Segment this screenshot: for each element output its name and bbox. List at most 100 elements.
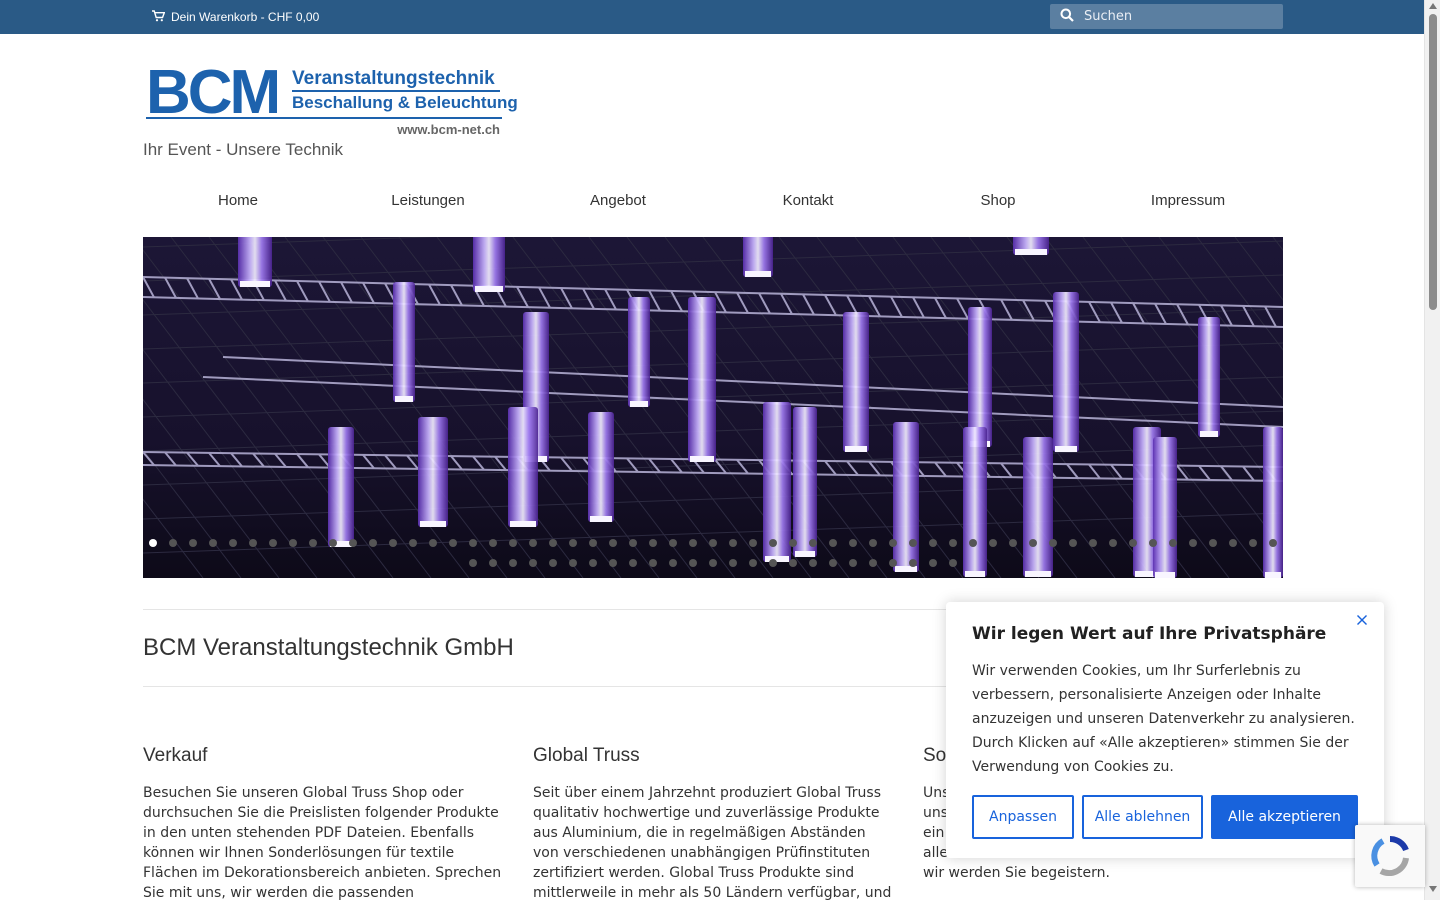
light-tube-glow <box>1200 431 1218 437</box>
slide-dot <box>949 539 957 547</box>
slide-dot <box>549 539 557 547</box>
light-tube-glow <box>510 521 536 527</box>
light-tube-glow <box>630 401 648 407</box>
cart-label: Dein Warenkorb - CHF 0,00 <box>171 10 320 24</box>
cookie-title: Wir legen Wert auf Ihre Privatsphäre <box>972 624 1327 644</box>
light-tube <box>628 297 650 407</box>
slide-dot <box>949 559 957 567</box>
reject-all-button[interactable]: Alle ablehnen <box>1082 795 1203 839</box>
slide-dot <box>209 539 217 547</box>
slide-dot <box>929 539 937 547</box>
slide-dot <box>869 559 877 567</box>
slide-dot <box>509 559 517 567</box>
nav-item-angebot[interactable]: Angebot <box>523 188 713 214</box>
slide-dot <box>569 539 577 547</box>
slide-dot <box>629 539 637 547</box>
nav-item-home[interactable]: Home <box>143 188 333 214</box>
light-tube <box>843 312 869 452</box>
slide-dot <box>609 539 617 547</box>
light-tube-glow <box>745 271 771 277</box>
recaptcha-badge[interactable] <box>1355 825 1425 887</box>
nav-item-kontakt[interactable]: Kontakt <box>713 188 903 214</box>
main-nav: Home Leistungen Angebot Kontakt Shop Imp… <box>143 188 1283 214</box>
slide-dot <box>509 539 517 547</box>
slide-dot <box>769 539 777 547</box>
close-icon[interactable] <box>1354 612 1370 628</box>
hero-slider[interactable] <box>143 237 1283 578</box>
slide-dot <box>589 539 597 547</box>
cart-link[interactable]: Dein Warenkorb - CHF 0,00 <box>152 9 319 25</box>
light-tube-glow <box>590 516 612 522</box>
slide-dot <box>1269 539 1277 547</box>
scroll-up-icon[interactable] <box>1429 3 1437 9</box>
slide-dot <box>869 539 877 547</box>
light-tube <box>418 417 448 527</box>
light-tube <box>963 427 987 577</box>
slide-dot <box>1109 539 1117 547</box>
light-tube-glow <box>395 396 413 402</box>
light-tube <box>1198 317 1220 437</box>
slide-dot <box>849 559 857 567</box>
slide-dot <box>669 539 677 547</box>
slide-dot <box>969 539 977 547</box>
slide-dot <box>1129 539 1137 547</box>
slide-dot <box>409 539 417 547</box>
slide-dot <box>709 539 717 547</box>
light-tube <box>328 427 354 547</box>
slide-dot <box>1209 539 1217 547</box>
accept-all-button[interactable]: Alle akzeptieren <box>1211 795 1358 839</box>
search-box <box>1050 4 1283 29</box>
slide-dot <box>689 559 697 567</box>
light-tube <box>393 282 415 402</box>
nav-item-impressum[interactable]: Impressum <box>1093 188 1283 214</box>
search-icon[interactable] <box>1060 7 1074 26</box>
hero-image <box>143 237 1283 578</box>
slide-dot <box>729 539 737 547</box>
slide-dot <box>549 559 557 567</box>
slide-dot <box>429 539 437 547</box>
slide-dot <box>689 539 697 547</box>
light-tube-glow <box>1265 572 1281 578</box>
light-tube <box>688 297 716 462</box>
slide-dot <box>369 539 377 547</box>
light-tube <box>508 407 538 527</box>
light-tube-glow <box>965 571 985 577</box>
slide-dot <box>669 559 677 567</box>
slide-dot <box>149 539 157 547</box>
scroll-down-icon[interactable] <box>1429 886 1437 892</box>
search-input[interactable] <box>1084 9 1264 24</box>
light-tube <box>588 412 614 522</box>
slide-dot <box>809 539 817 547</box>
slide-dot <box>469 559 477 567</box>
nav-item-leistungen[interactable]: Leistungen <box>333 188 523 214</box>
slide-dot <box>489 559 497 567</box>
slide-dot <box>329 539 337 547</box>
slide-dot <box>829 539 837 547</box>
slide-dot <box>529 539 537 547</box>
slide-dot <box>889 539 897 547</box>
nav-item-shop[interactable]: Shop <box>903 188 1093 214</box>
slide-dot <box>169 539 177 547</box>
slide-dot <box>449 539 457 547</box>
slide-dot <box>709 559 717 567</box>
scrollbar-thumb[interactable] <box>1429 14 1437 310</box>
site-logo[interactable]: BCM Veranstaltungstechnik Beschallung & … <box>146 62 518 140</box>
light-tube <box>893 422 919 572</box>
light-tube-glow <box>240 281 270 287</box>
cookie-message: Wir verwenden Cookies, um Ihr Surferlebn… <box>972 663 1355 775</box>
light-tube <box>238 237 272 287</box>
light-tube <box>763 402 791 562</box>
logo-rule <box>292 90 500 92</box>
cookie-consent-dialog: Wir legen Wert auf Ihre Privatsphäre Wir… <box>946 602 1384 858</box>
column-text: Seit über einem Jahrzehnt produziert Glo… <box>533 785 892 900</box>
recaptcha-icon <box>1371 835 1409 876</box>
slide-dot <box>649 539 657 547</box>
customize-button[interactable]: Anpassen <box>972 795 1074 839</box>
slide-dot <box>749 539 757 547</box>
slide-dot <box>189 539 197 547</box>
slide-dot <box>889 559 897 567</box>
page-scrollbar[interactable] <box>1424 0 1440 900</box>
logo-url: www.bcm-net.ch <box>397 122 500 137</box>
slide-dot <box>989 539 997 547</box>
slide-dot <box>349 539 357 547</box>
